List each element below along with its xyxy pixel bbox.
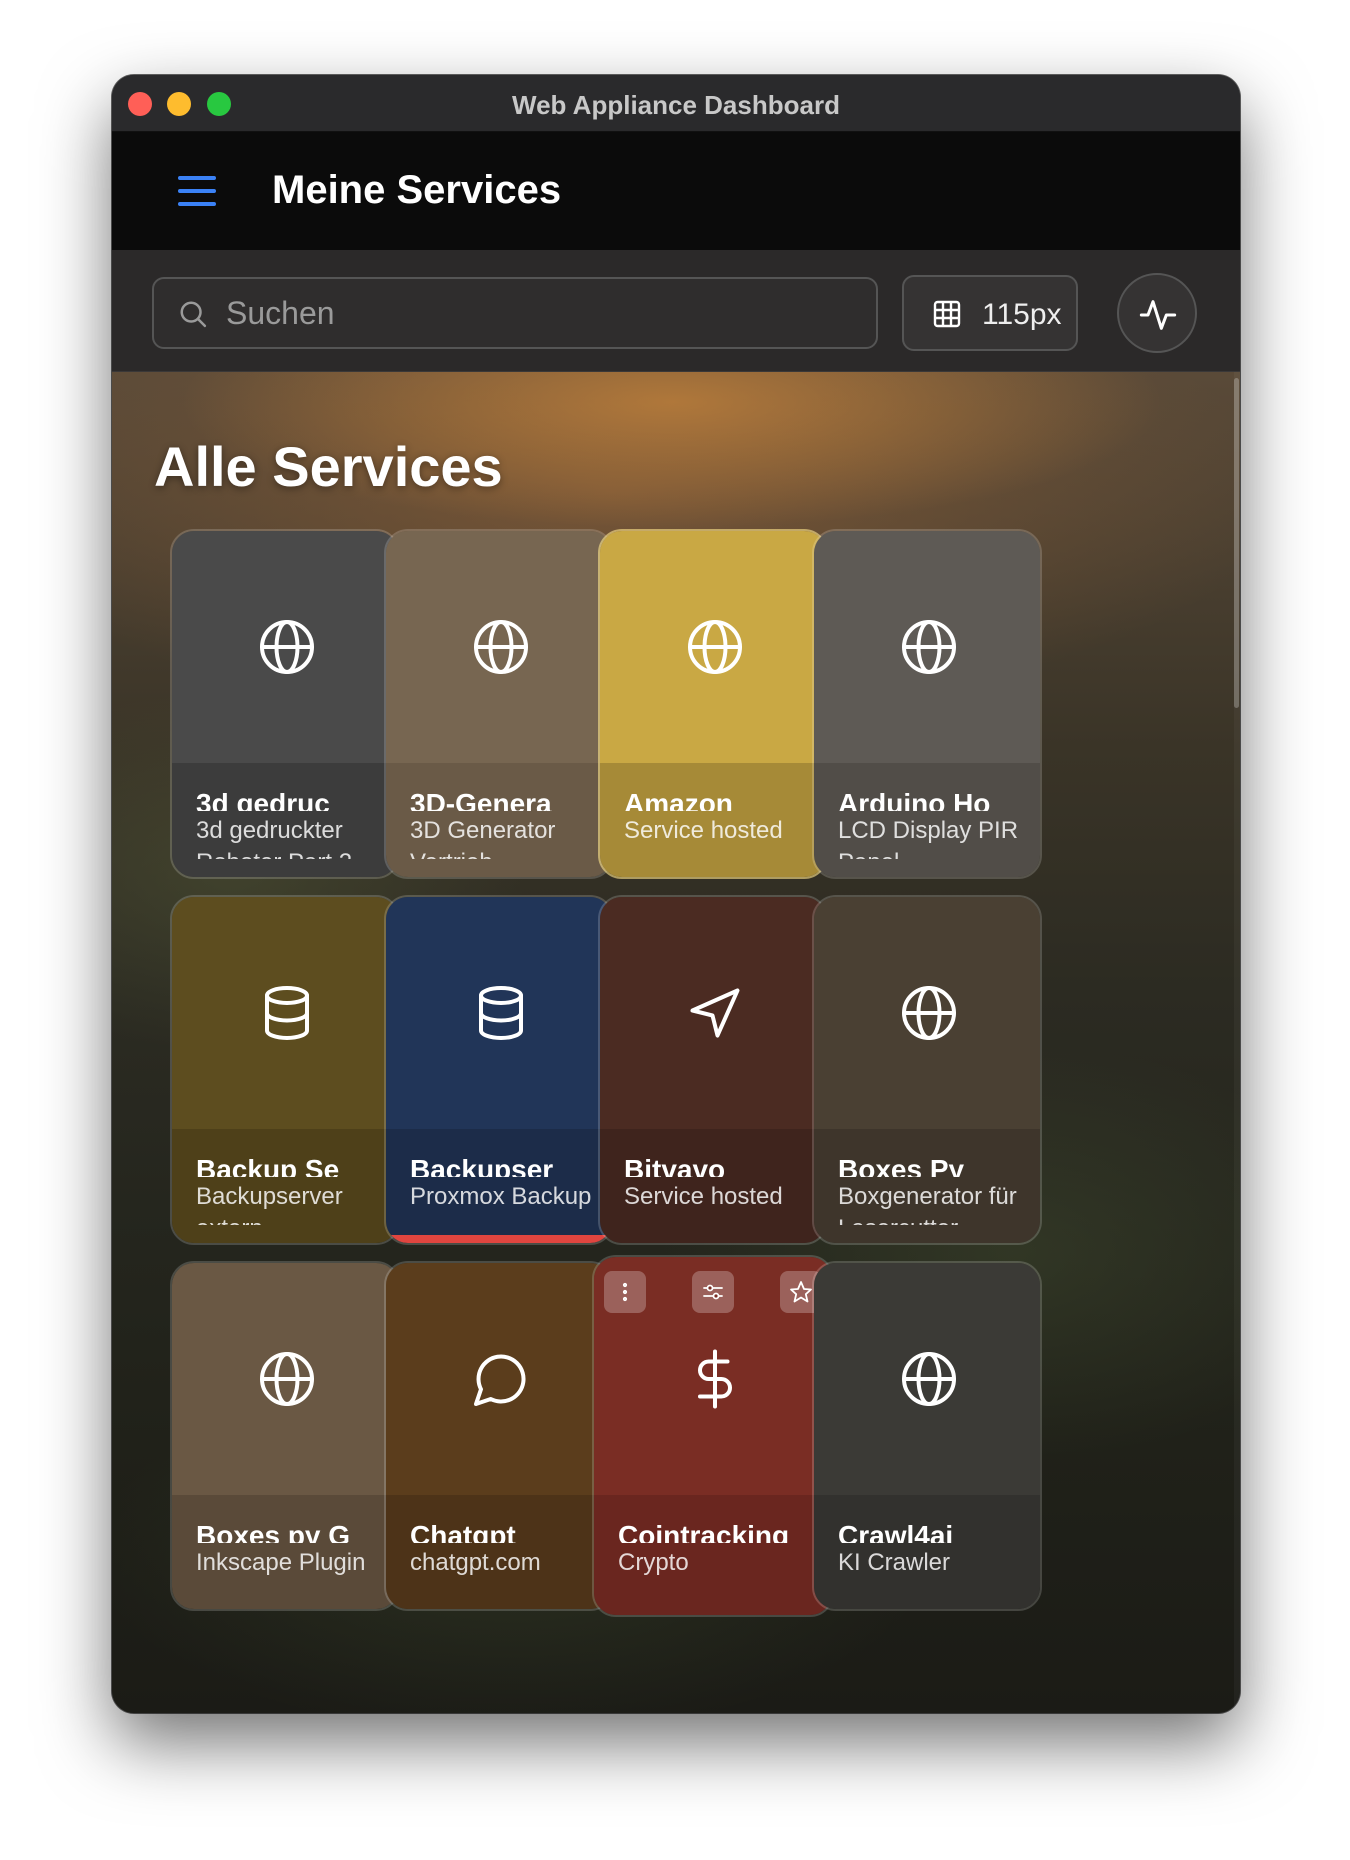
- service-description: LCD Display PIR Panel: [838, 817, 1019, 859]
- service-name: Backupser: [410, 1154, 554, 1177]
- service-name: Backup Se: [196, 1154, 340, 1177]
- service-tile[interactable]: Backupser Proxmox Backup: [384, 895, 614, 1245]
- service-description: Boxgenerator für Lasercutter: [838, 1183, 1017, 1225]
- database-icon: [471, 983, 531, 1043]
- globe-icon: [257, 1349, 317, 1409]
- service-description: Inkscape Plugin: [196, 1549, 366, 1576]
- app-header: Meine Services: [112, 132, 1240, 250]
- search-icon: [180, 301, 207, 328]
- hamburger-menu-icon[interactable]: [178, 176, 216, 208]
- grid-icon: [933, 300, 961, 328]
- service-name: 3D-Genera: [410, 788, 552, 811]
- service-description: Crypto: [618, 1549, 689, 1576]
- service-name: Crawl4ai: [838, 1520, 954, 1543]
- service-description: Service hosted: [624, 1183, 783, 1210]
- window-title: Web Appliance Dashboard: [512, 90, 840, 120]
- service-description: Proxmox Backup: [410, 1183, 592, 1210]
- service-tile[interactable]: Backup Se Backupserver extern: [170, 895, 400, 1245]
- service-tile[interactable]: 3d gedruc 3d gedruckter Roboter Part 2: [170, 529, 400, 879]
- service-name: Boxes py G: [196, 1520, 351, 1543]
- section-title: Alle Services: [154, 435, 503, 498]
- service-description: 3D Generator Vertrieb: [410, 817, 556, 859]
- search-box[interactable]: [152, 277, 878, 349]
- service-name: 3d gedruc: [196, 788, 330, 811]
- globe-icon: [685, 617, 745, 677]
- globe-icon: [471, 617, 531, 677]
- service-description: KI Crawler: [838, 1549, 951, 1576]
- scrollbar-track[interactable]: [1234, 372, 1240, 1713]
- service-tile[interactable]: Boxes py G Inkscape Plugin: [170, 1261, 400, 1611]
- globe-icon: [899, 617, 959, 677]
- service-tile[interactable]: Amazon Service hosted: [598, 529, 828, 879]
- service-description: Backupserver extern: [196, 1183, 343, 1225]
- activity-pulse-icon: [1139, 300, 1177, 330]
- dollar-icon: [685, 1349, 745, 1409]
- service-name: Boxes Py: [838, 1154, 965, 1177]
- service-tile[interactable]: Boxes Py Boxgenerator für Lasercutter: [812, 895, 1042, 1245]
- tile-menu-button[interactable]: [604, 1271, 646, 1313]
- tile-settings-button[interactable]: [692, 1271, 734, 1313]
- grid-size-value: 115px: [982, 298, 1062, 331]
- toolbar: 115px: [112, 250, 1240, 372]
- service-tile[interactable]: Cointracking Crypto: [592, 1255, 834, 1617]
- service-name: Amazon: [624, 788, 733, 811]
- service-tile[interactable]: Chatgpt chatgpt.com: [384, 1261, 614, 1611]
- activity-button[interactable]: [1117, 273, 1197, 353]
- globe-icon: [899, 1349, 959, 1409]
- send-arrow-icon: [685, 983, 745, 1043]
- grid-size-button[interactable]: 115px: [902, 275, 1078, 351]
- app-window: Web Appliance Dashboard Meine Services 1…: [112, 75, 1240, 1713]
- globe-icon: [257, 617, 317, 677]
- service-name: Arduino Ho: [838, 788, 991, 811]
- scrollbar-thumb[interactable]: [1234, 378, 1239, 708]
- chat-bubble-icon: [471, 1349, 531, 1409]
- service-name: Bitvavo: [624, 1154, 726, 1177]
- service-description: 3d gedruckter Roboter Part 2: [196, 817, 352, 859]
- title-bar[interactable]: Web Appliance Dashboard: [112, 75, 1240, 132]
- page-title: Meine Services: [272, 168, 562, 212]
- service-name: Cointracking: [618, 1520, 790, 1543]
- service-name: Chatgpt: [410, 1520, 516, 1543]
- service-description: chatgpt.com: [410, 1549, 541, 1576]
- search-input[interactable]: [226, 279, 846, 347]
- service-description: Service hosted: [624, 817, 783, 844]
- service-tile[interactable]: Crawl4ai KI Crawler: [812, 1261, 1042, 1611]
- globe-icon: [899, 983, 959, 1043]
- service-tile[interactable]: Bitvavo Service hosted: [598, 895, 828, 1245]
- service-tile[interactable]: Arduino Ho LCD Display PIR Panel: [812, 529, 1042, 879]
- services-content[interactable]: Alle Services 3d gedruc 3d gedruckter Rob…: [112, 372, 1240, 1713]
- database-icon: [257, 983, 317, 1043]
- status-progress-bar: [386, 1235, 612, 1243]
- service-tile[interactable]: 3D-Genera 3D Generator Vertrieb: [384, 529, 614, 879]
